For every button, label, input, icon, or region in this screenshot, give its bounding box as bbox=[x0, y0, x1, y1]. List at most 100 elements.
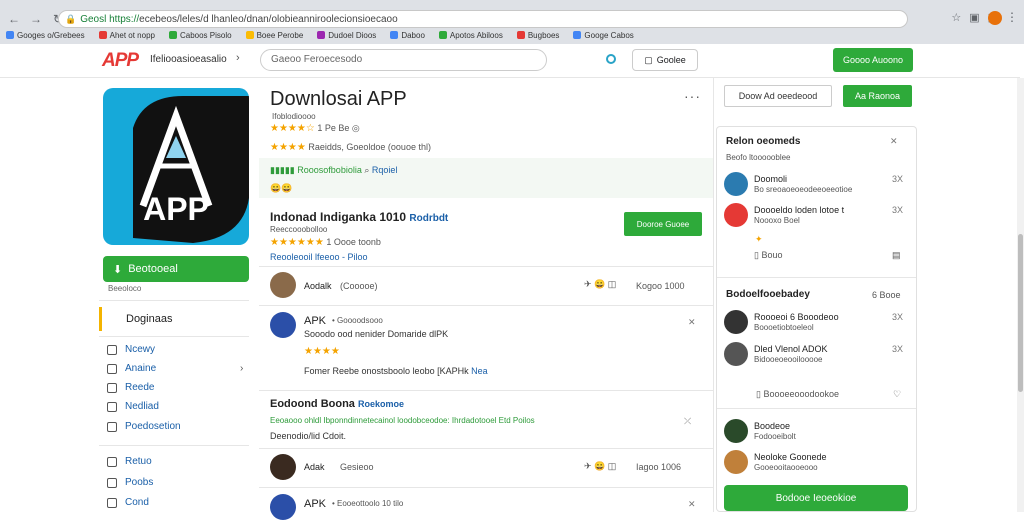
bookmark-item[interactable]: Ahet ot nopp bbox=[98, 31, 155, 40]
download-label: Beotooeal bbox=[128, 263, 178, 275]
more-icon[interactable]: ··· bbox=[684, 88, 701, 104]
user2-name[interactable]: Adak bbox=[304, 462, 325, 472]
avatar[interactable] bbox=[270, 454, 296, 480]
chevron-right-icon[interactable]: › bbox=[240, 363, 243, 374]
scrollbar-thumb[interactable] bbox=[1018, 234, 1023, 392]
avatar[interactable] bbox=[270, 494, 296, 520]
share-icon[interactable]: ⤫ bbox=[684, 416, 691, 427]
bookmark-label: Caboos Pisolo bbox=[179, 30, 232, 40]
right-bottom-button[interactable]: Bodooe Ieoeokioe bbox=[724, 485, 908, 511]
account-button[interactable]: ▢ Goolee bbox=[632, 49, 698, 71]
bookmark-item[interactable]: Googes o/Grebees bbox=[6, 31, 85, 40]
bookmark-item[interactable]: Dudoel Dioos bbox=[317, 31, 376, 40]
bookmark-item[interactable]: Bugboes bbox=[516, 30, 560, 40]
bookmark-item[interactable]: Caboos Pisolo bbox=[168, 30, 232, 40]
chevron-right-icon[interactable]: › bbox=[236, 52, 240, 64]
dismiss-icon[interactable]: ✕ bbox=[688, 317, 696, 328]
bookmark-icon bbox=[98, 31, 107, 39]
bookmark-icon bbox=[438, 31, 447, 39]
sidebar-item-label: Poedosetion bbox=[125, 421, 181, 432]
reaction-icons[interactable]: ✈ 😀 ◫ bbox=[584, 461, 616, 472]
sidebar-item-3[interactable]: Nedliad bbox=[107, 401, 159, 412]
browser-menu-icon[interactable]: ⋮ bbox=[1006, 10, 1018, 24]
list-item-name[interactable]: Dled Vlenol ADOK bbox=[754, 344, 828, 354]
post1-stars: ★★★★ bbox=[304, 346, 340, 357]
list-item-desc: Gooeooitaooeooo bbox=[754, 463, 818, 472]
list-item-name[interactable]: Roooeoi 6 Booodeoo bbox=[754, 312, 839, 322]
sidebar-item-4[interactable]: Poedosetion bbox=[107, 421, 181, 432]
review-links[interactable]: Reooleooil lfeeoo - Piloo bbox=[270, 252, 368, 262]
avatar[interactable] bbox=[270, 272, 296, 298]
section-heading: Eodoond Boona Roekomoe bbox=[270, 398, 404, 410]
bookmark-item[interactable]: Boee Perobe bbox=[245, 30, 304, 40]
avatar[interactable] bbox=[724, 203, 748, 227]
user1-meta: (Cooooe) bbox=[340, 281, 378, 291]
calendar-icon[interactable]: ▤ bbox=[892, 250, 901, 261]
subtitle: Ifoblodioooo bbox=[272, 112, 316, 121]
right-primary-button[interactable]: Aa Raonoa bbox=[843, 85, 912, 107]
bookmark-icon bbox=[107, 477, 117, 488]
search-icon[interactable]: ⌕ bbox=[364, 165, 369, 175]
avatar[interactable] bbox=[724, 310, 748, 334]
section-line: Eeoaooo ohldl Ibponndinnetecainol loodob… bbox=[270, 416, 535, 425]
sidebar-item-2[interactable]: Reede bbox=[107, 382, 154, 393]
sidebar-item-7[interactable]: Cond bbox=[107, 497, 149, 508]
avatar[interactable] bbox=[270, 312, 296, 338]
avatar[interactable] bbox=[724, 450, 748, 474]
post1-tag[interactable]: Nea bbox=[471, 366, 488, 376]
account-label: Goolee bbox=[656, 55, 686, 65]
list-item-count[interactable]: 3X bbox=[892, 205, 903, 215]
section-tag[interactable]: Roekomoe bbox=[358, 399, 404, 409]
list-item-name[interactable]: Neoloke Goonede bbox=[754, 452, 827, 462]
sidebar-item-5[interactable]: Retuo bbox=[107, 456, 152, 467]
search-icon[interactable] bbox=[606, 54, 616, 64]
avatar[interactable] bbox=[724, 342, 748, 366]
list-item-name[interactable]: Doooeldo loden lotoe t bbox=[754, 205, 844, 215]
avatar[interactable] bbox=[724, 419, 748, 443]
bookmark-label: Boee Perobe bbox=[256, 30, 304, 40]
list-item-count[interactable]: 3X bbox=[892, 174, 903, 184]
bookmark-icon bbox=[390, 31, 399, 39]
panel1-extra: ▯ Bouo bbox=[754, 250, 783, 261]
bookmark-item[interactable]: Googe Cabos bbox=[573, 31, 634, 40]
heart-icon[interactable]: ♡ bbox=[893, 389, 901, 400]
sidebar-item-6[interactable]: Poobs bbox=[107, 477, 153, 488]
review-button[interactable]: Dooroe Guoee bbox=[624, 212, 702, 236]
bookmark-label: Bugboes bbox=[527, 30, 560, 40]
list-item-count[interactable]: 3X bbox=[892, 344, 903, 354]
list-item-count[interactable]: 3X bbox=[892, 312, 903, 322]
sidebar-item-1[interactable]: Anaine bbox=[107, 363, 156, 374]
extension-icon[interactable]: ▣ bbox=[969, 11, 979, 24]
banner-link[interactable]: Rqoiel bbox=[372, 165, 398, 175]
url-bar[interactable]: 🔒 Geosl https:// ecebeos/leles/d lhanleo… bbox=[58, 10, 908, 28]
user1-name[interactable]: Aodalk bbox=[304, 281, 332, 291]
divider bbox=[717, 277, 916, 278]
close-icon[interactable]: ✕ bbox=[890, 136, 898, 147]
url-path: ecebeos/leles/d lhanleo/dnan/olobieannir… bbox=[139, 13, 398, 25]
review-heading-tag[interactable]: Rodrbdt bbox=[409, 213, 448, 224]
bookmark-item[interactable]: Daboo bbox=[390, 31, 425, 40]
emoji-reaction[interactable]: 😀😀 bbox=[270, 183, 292, 194]
bookmark-item[interactable]: Apotos Abiloos bbox=[438, 31, 503, 40]
doc-icon: ▯ bbox=[754, 250, 759, 260]
forward-icon[interactable]: → bbox=[28, 11, 44, 27]
reaction-icons[interactable]: ✈ 😀 ◫ bbox=[584, 279, 616, 290]
profile-avatar[interactable] bbox=[988, 11, 1002, 25]
list-item-name[interactable]: Boodeoe bbox=[754, 421, 790, 431]
dismiss-icon[interactable]: ✕ bbox=[688, 499, 696, 510]
review-heading-text: Indonad Indiganka 1010 bbox=[270, 210, 407, 224]
site-logo[interactable]: APP bbox=[102, 50, 139, 72]
download-button[interactable]: ⬇ Beotooeal bbox=[103, 256, 249, 282]
info-icon[interactable]: ◎ bbox=[352, 123, 360, 133]
search-input[interactable]: Gaeoo Feroecesodo bbox=[260, 49, 547, 71]
list-item-desc: Bidooeoeooilooooe bbox=[754, 355, 823, 364]
list-item-name[interactable]: Doomoli bbox=[754, 174, 787, 184]
sidebar-item-0[interactable]: Ncewy bbox=[107, 344, 155, 355]
logo-subtitle: Ifeliooasioeasalio bbox=[150, 54, 227, 65]
star-icon[interactable]: ☆ bbox=[951, 11, 961, 24]
header-cta-button[interactable]: Goooo Auoono bbox=[833, 48, 913, 72]
back-icon[interactable]: ← bbox=[6, 11, 22, 27]
avatar[interactable] bbox=[724, 172, 748, 196]
right-secondary-button[interactable]: Doow Ad oeedeood bbox=[724, 85, 832, 107]
sidebar-item-active[interactable]: Doginaas bbox=[99, 307, 249, 331]
